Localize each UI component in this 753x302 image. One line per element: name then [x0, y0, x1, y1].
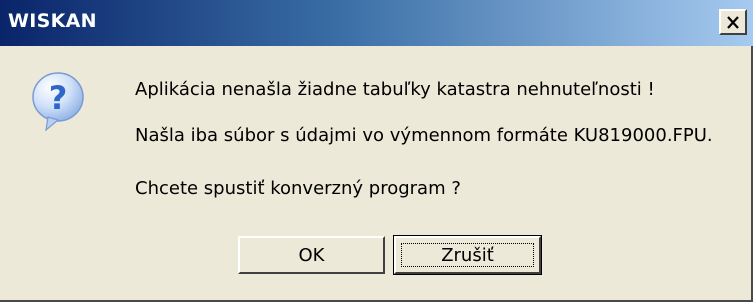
close-button[interactable] — [719, 9, 747, 35]
cancel-button[interactable]: Zrušiť — [393, 235, 542, 275]
question-icon: ? — [30, 70, 86, 134]
close-icon — [726, 15, 740, 29]
window-title: WISKAN — [8, 10, 97, 32]
cancel-button-label: Zrušiť — [441, 244, 494, 266]
ok-button[interactable]: OK — [238, 236, 385, 274]
message-line-1: Aplikácia nenašla žiadne tabuľky katastr… — [135, 79, 655, 100]
message-line-3: Chcete spustiť konverzný program ? — [135, 178, 461, 199]
ok-button-label: OK — [298, 244, 325, 266]
title-bar[interactable]: WISKAN — [0, 0, 753, 46]
message-line-2: Našla iba súbor s údajmi vo výmennom for… — [135, 125, 713, 146]
message-dialog: WISKAN ? Aplikácia nenašla žiadne tabuľk… — [0, 0, 753, 302]
svg-text:?: ? — [49, 79, 68, 117]
